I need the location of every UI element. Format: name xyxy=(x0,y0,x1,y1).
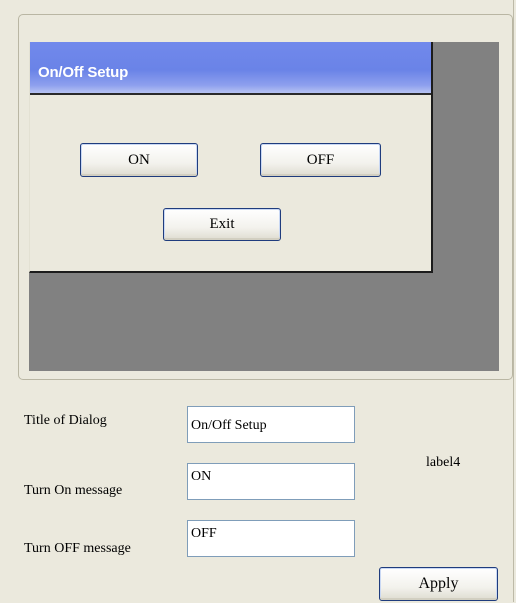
off-button[interactable]: OFF xyxy=(260,143,381,177)
exit-button[interactable]: Exit xyxy=(163,208,281,241)
turn-off-message-input[interactable] xyxy=(187,520,355,557)
title-of-dialog-input[interactable] xyxy=(187,406,355,443)
dialog-titlebar[interactable]: On/Off Setup xyxy=(30,42,431,95)
turn-on-message-label: Turn On message xyxy=(24,483,123,498)
label4: label4 xyxy=(426,455,461,470)
turn-on-message-input[interactable] xyxy=(187,463,355,500)
dialog-title: On/Off Setup xyxy=(38,64,129,81)
title-of-dialog-label: Title of Dialog xyxy=(24,413,107,428)
turn-off-message-label: Turn OFF message xyxy=(24,541,131,556)
on-button[interactable]: ON xyxy=(80,143,198,177)
apply-button[interactable]: Apply xyxy=(379,567,498,601)
